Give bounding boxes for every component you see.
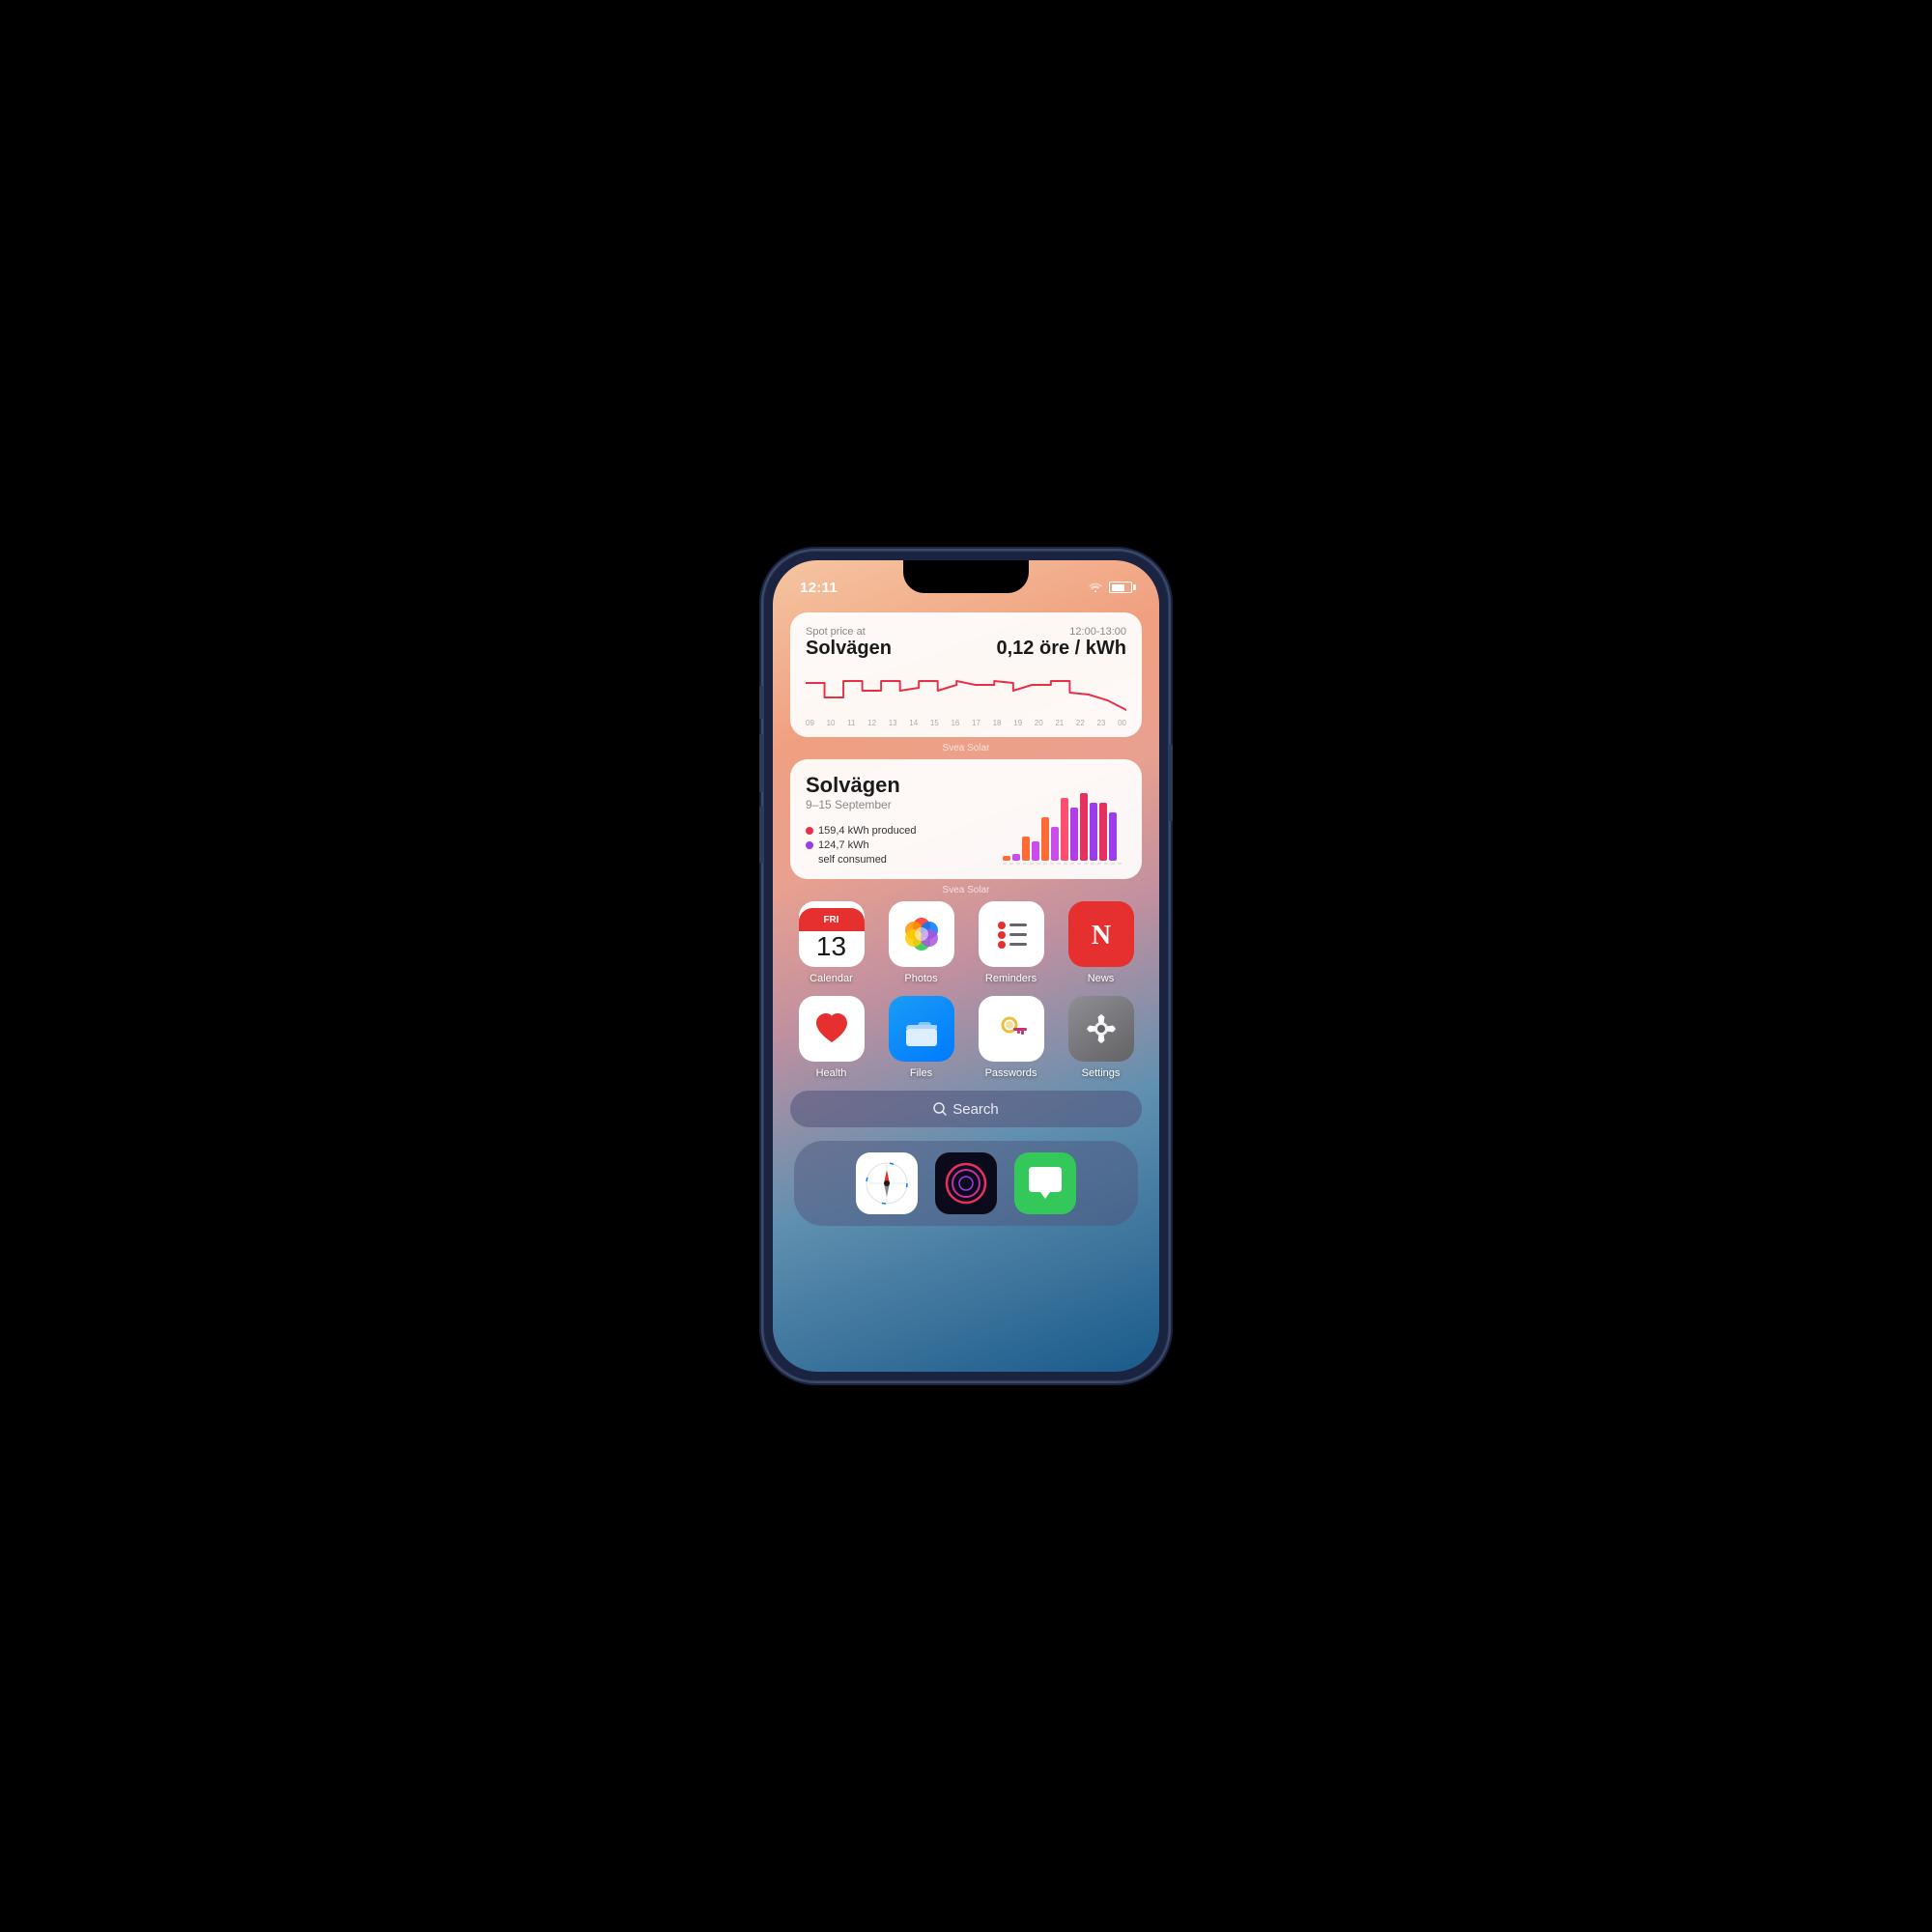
- spot-x-labels: 09101112131415161718192021222300: [806, 719, 1126, 727]
- photos-icon: [889, 901, 954, 967]
- search-icon: [933, 1102, 947, 1116]
- spot-chart: [806, 664, 1126, 717]
- spot-source: Svea Solar: [790, 743, 1142, 753]
- volume-up-button[interactable]: [759, 734, 763, 792]
- solar-date: 9–15 September: [806, 798, 991, 811]
- dock-focus[interactable]: [935, 1152, 997, 1214]
- phone-frame: 12:11 Spot pric: [763, 551, 1169, 1381]
- settings-icon: [1068, 996, 1134, 1062]
- app-health[interactable]: Health: [790, 996, 872, 1079]
- solar-chart-area: [1001, 773, 1126, 866]
- screen-content: Spot price at Solvägen 12:00-13:00 0,12 …: [773, 603, 1159, 1372]
- app-reminders[interactable]: Reminders: [970, 901, 1052, 984]
- safari-icon: [861, 1157, 913, 1209]
- legend-consumed2: self consumed: [818, 854, 887, 866]
- health-label: Health: [816, 1067, 847, 1079]
- solar-legend: 159,4 kWh produced 124,7 kWh self consum…: [806, 825, 991, 866]
- cal-day-label: FRI: [799, 908, 865, 931]
- spot-price-widget[interactable]: Spot price at Solvägen 12:00-13:00 0,12 …: [790, 612, 1142, 737]
- files-icon: [889, 996, 954, 1062]
- passwords-icon: [979, 996, 1044, 1062]
- news-label: News: [1088, 973, 1115, 984]
- legend-produced: 159,4 kWh produced: [818, 825, 917, 837]
- spot-time: 12:00-13:00: [997, 626, 1127, 638]
- notch: [903, 560, 1029, 593]
- app-files[interactable]: Files: [880, 996, 962, 1079]
- spot-title: Solvägen: [806, 638, 892, 659]
- search-label: Search: [952, 1101, 999, 1118]
- battery-icon: [1109, 582, 1132, 593]
- app-settings[interactable]: Settings: [1060, 996, 1142, 1079]
- app-grid-row2: Health Files: [790, 996, 1142, 1079]
- app-photos[interactable]: Photos: [880, 901, 962, 984]
- solar-source: Svea Solar: [790, 885, 1142, 895]
- power-button[interactable]: [1169, 744, 1173, 821]
- reminders-icon: [979, 901, 1044, 967]
- dock-safari[interactable]: [856, 1152, 918, 1214]
- news-icon: N: [1068, 901, 1134, 967]
- search-bar[interactable]: Search: [790, 1091, 1142, 1127]
- volume-down-button[interactable]: [759, 806, 763, 864]
- health-icon: [799, 996, 865, 1062]
- cal-date: 13: [816, 933, 846, 960]
- settings-label: Settings: [1082, 1067, 1121, 1079]
- legend-dot-produced: [806, 827, 813, 835]
- mute-button[interactable]: [759, 686, 763, 719]
- messages-icon: [1019, 1157, 1071, 1209]
- svg-text:N: N: [1091, 921, 1110, 951]
- solar-widget[interactable]: Solvägen 9–15 September 159,4 kWh produc…: [790, 759, 1142, 879]
- reminders-label: Reminders: [985, 973, 1037, 984]
- dock: [794, 1141, 1138, 1226]
- spot-price: 0,12 öre / kWh: [997, 638, 1127, 660]
- files-label: Files: [910, 1067, 932, 1079]
- wifi-icon: [1088, 580, 1103, 595]
- calendar-icon: FRI 13: [799, 901, 865, 967]
- app-passwords[interactable]: Passwords: [970, 996, 1052, 1079]
- passwords-label: Passwords: [985, 1067, 1037, 1079]
- calendar-label: Calendar: [810, 973, 853, 984]
- app-news[interactable]: N News: [1060, 901, 1142, 984]
- solar-left: Solvägen 9–15 September 159,4 kWh produc…: [806, 773, 991, 866]
- photos-label: Photos: [904, 973, 937, 984]
- app-grid-row1: FRI 13 Calendar: [790, 901, 1142, 984]
- status-icons: [1088, 580, 1132, 595]
- app-calendar[interactable]: FRI 13 Calendar: [790, 901, 872, 984]
- dock-messages[interactable]: [1014, 1152, 1076, 1214]
- status-time: 12:11: [800, 580, 838, 596]
- legend-consumed1: 124,7 kWh: [818, 839, 869, 851]
- legend-dot-consumed: [806, 841, 813, 849]
- spot-label: Spot price at: [806, 626, 892, 638]
- solar-title: Solvägen: [806, 773, 991, 798]
- phone-screen: 12:11 Spot pric: [773, 560, 1159, 1372]
- focus-icon: [940, 1157, 992, 1209]
